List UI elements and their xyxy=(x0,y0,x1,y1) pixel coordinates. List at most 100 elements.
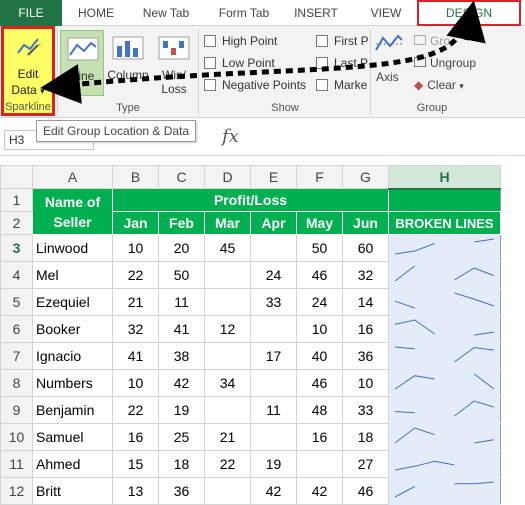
markers-checkbox[interactable]: Marke xyxy=(316,78,367,94)
value-cell[interactable]: 19 xyxy=(250,450,297,478)
low-point-checkbox[interactable]: Low Point xyxy=(204,56,275,72)
value-cell[interactable]: 22 xyxy=(204,450,251,478)
value-cell[interactable]: 46 xyxy=(342,477,389,505)
value-cell[interactable]: 21 xyxy=(112,288,159,316)
row-header[interactable]: 12 xyxy=(0,477,33,505)
negative-points-checkbox[interactable]: Negative Points xyxy=(204,78,306,94)
value-cell[interactable]: 24 xyxy=(296,288,343,316)
sparkline-cell[interactable] xyxy=(388,288,501,316)
value-cell[interactable]: 42 xyxy=(296,477,343,505)
value-cell[interactable] xyxy=(204,477,251,505)
value-cell[interactable]: 41 xyxy=(112,342,159,370)
seller-name-cell[interactable]: Britt xyxy=(32,477,113,505)
row-header[interactable]: 10 xyxy=(0,423,33,451)
name-of-seller-header[interactable]: Name of Seller xyxy=(32,188,113,235)
seller-name-cell[interactable]: Ezequiel xyxy=(32,288,113,316)
column-header-b[interactable]: B xyxy=(112,165,159,189)
value-cell[interactable] xyxy=(204,288,251,316)
seller-name-cell[interactable]: Benjamin xyxy=(32,396,113,424)
value-cell[interactable]: 36 xyxy=(158,477,205,505)
value-cell[interactable]: 33 xyxy=(342,396,389,424)
sparkline-cell[interactable] xyxy=(388,342,501,370)
column-header-c[interactable]: C xyxy=(158,165,205,189)
value-cell[interactable]: 50 xyxy=(158,261,205,289)
month-header[interactable]: Jan xyxy=(112,211,159,235)
value-cell[interactable]: 42 xyxy=(250,477,297,505)
month-header[interactable]: May xyxy=(296,211,343,235)
broken-lines-header[interactable]: BROKEN LINES xyxy=(388,211,501,235)
value-cell[interactable]: 14 xyxy=(342,288,389,316)
value-cell[interactable]: 10 xyxy=(296,315,343,343)
seller-name-cell[interactable]: Samuel xyxy=(32,423,113,451)
value-cell[interactable]: 22 xyxy=(112,261,159,289)
column-header-f[interactable]: F xyxy=(296,165,343,189)
value-cell[interactable]: 27 xyxy=(342,450,389,478)
row-header[interactable]: 2 xyxy=(0,211,33,235)
value-cell[interactable]: 25 xyxy=(158,423,205,451)
value-cell[interactable]: 11 xyxy=(158,288,205,316)
clear-button[interactable]: ◆ Clear ▾ xyxy=(414,78,464,92)
value-cell[interactable]: 15 xyxy=(112,450,159,478)
sparkline-cell[interactable] xyxy=(388,315,501,343)
tab-view[interactable]: VIEW xyxy=(360,0,412,26)
value-cell[interactable]: 10 xyxy=(112,369,159,397)
value-cell[interactable]: 42 xyxy=(158,369,205,397)
row-header[interactable]: 4 xyxy=(0,261,33,289)
value-cell[interactable] xyxy=(204,396,251,424)
column-header-e[interactable]: E xyxy=(250,165,297,189)
seller-name-cell[interactable]: Linwood xyxy=(32,234,113,262)
sparkline-cell[interactable] xyxy=(388,450,501,478)
value-cell[interactable]: 36 xyxy=(342,342,389,370)
sparkline-cell[interactable] xyxy=(388,234,501,262)
value-cell[interactable] xyxy=(204,261,251,289)
tab-insert[interactable]: INSERT xyxy=(286,0,346,26)
value-cell[interactable]: 46 xyxy=(296,261,343,289)
sparkline-cell[interactable] xyxy=(388,261,501,289)
first-point-checkbox[interactable]: First P xyxy=(316,34,369,50)
value-cell[interactable]: 22 xyxy=(112,396,159,424)
seller-name-cell[interactable]: Numbers xyxy=(32,369,113,397)
value-cell[interactable]: 60 xyxy=(342,234,389,262)
row-header[interactable]: 9 xyxy=(0,396,33,424)
value-cell[interactable]: 41 xyxy=(158,315,205,343)
sparkline-column-button[interactable]: Column xyxy=(106,30,150,96)
sparkline-header-top[interactable] xyxy=(388,188,501,212)
tab-home[interactable]: HOME xyxy=(66,0,126,26)
sparkline-cell[interactable] xyxy=(388,423,501,451)
ungroup-button[interactable]: Ungroup xyxy=(414,56,476,70)
group-button[interactable]: Gro xyxy=(414,34,450,48)
month-header[interactable]: Feb xyxy=(158,211,205,235)
value-cell[interactable]: 16 xyxy=(112,423,159,451)
value-cell[interactable]: 40 xyxy=(296,342,343,370)
value-cell[interactable]: 19 xyxy=(158,396,205,424)
value-cell[interactable]: 48 xyxy=(296,396,343,424)
seller-name-cell[interactable]: Mel xyxy=(32,261,113,289)
month-header[interactable]: Mar xyxy=(204,211,251,235)
month-header[interactable]: Apr xyxy=(250,211,297,235)
insert-function-button[interactable]: fx xyxy=(222,126,239,147)
value-cell[interactable]: 32 xyxy=(342,261,389,289)
row-header[interactable]: 5 xyxy=(0,288,33,316)
edit-data-button[interactable]: Edit Data ▾ Sparkline xyxy=(1,26,55,116)
value-cell[interactable]: 38 xyxy=(158,342,205,370)
value-cell[interactable]: 16 xyxy=(342,315,389,343)
value-cell[interactable]: 18 xyxy=(342,423,389,451)
value-cell[interactable]: 46 xyxy=(296,369,343,397)
column-header-h[interactable]: H xyxy=(388,165,501,190)
seller-name-cell[interactable]: Booker xyxy=(32,315,113,343)
tab-file[interactable]: FILE xyxy=(0,0,62,26)
column-header-a[interactable]: A xyxy=(32,165,113,189)
value-cell[interactable]: 17 xyxy=(250,342,297,370)
row-header[interactable]: 6 xyxy=(0,315,33,343)
value-cell[interactable]: 20 xyxy=(158,234,205,262)
value-cell[interactable]: 16 xyxy=(296,423,343,451)
tab-new-tab[interactable]: New Tab xyxy=(134,0,198,26)
seller-name-cell[interactable]: Ahmed xyxy=(32,450,113,478)
profit-loss-header[interactable]: Profit/Loss xyxy=(112,188,389,212)
sparkline-cell[interactable] xyxy=(388,477,501,505)
row-header[interactable]: 3 xyxy=(0,234,33,262)
column-header-d[interactable]: D xyxy=(204,165,251,189)
row-header[interactable]: 11 xyxy=(0,450,33,478)
value-cell[interactable]: 34 xyxy=(204,369,251,397)
tab-design[interactable]: DESIGN xyxy=(417,0,521,26)
